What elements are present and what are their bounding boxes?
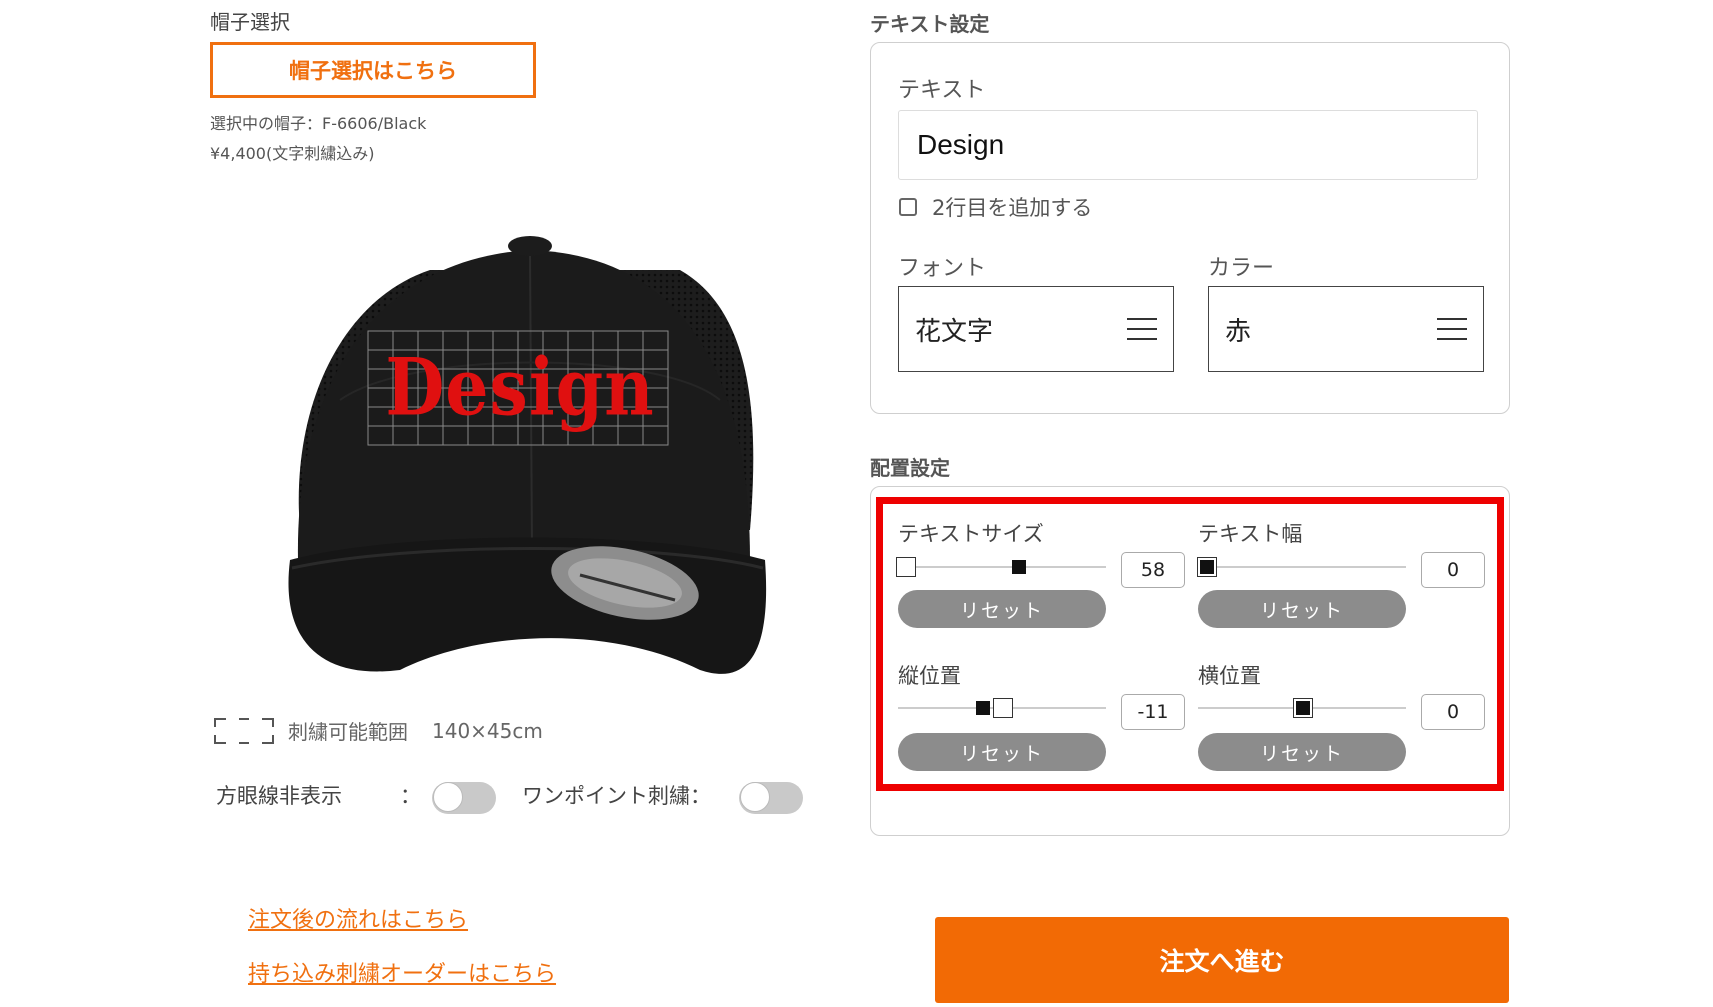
text-label: テキスト (898, 78, 986, 103)
proceed-to-order-button[interactable]: 注文へ進む (935, 917, 1509, 1003)
add-line-label: 2行目を追加する (932, 196, 1093, 220)
horizontal-reset-button[interactable]: リセット (1198, 733, 1406, 771)
vertical-slider-center-marker (993, 698, 1013, 718)
grid-hide-toggle[interactable] (432, 782, 496, 814)
text-input[interactable]: Design (898, 110, 1478, 180)
embroidery-preview-text: Design (385, 342, 655, 434)
add-line-checkbox[interactable] (899, 198, 917, 216)
menu-icon (1127, 318, 1157, 340)
embroidery-range: 刺繍可能範囲 140×45cm (214, 716, 543, 745)
cap-select-button[interactable]: 帽子選択はこちら (210, 42, 536, 98)
vertical-value[interactable]: -11 (1121, 694, 1185, 730)
menu-icon (1437, 318, 1467, 340)
text-size-slider-track[interactable] (898, 566, 1106, 568)
onepoint-toggle[interactable] (739, 782, 803, 814)
vertical-reset-button[interactable]: リセット (898, 733, 1106, 771)
onepoint-label: ワンポイント刺繍： (522, 784, 711, 808)
font-label: フォント (898, 256, 987, 281)
cap-preview: Design (280, 230, 780, 700)
vertical-label: 縦位置 (898, 664, 961, 688)
text-size-value[interactable]: 58 (1121, 552, 1185, 588)
color-select[interactable]: 赤 (1208, 286, 1484, 372)
price-text: ¥4,400(文字刺繍込み) (210, 144, 375, 163)
text-width-slider-track[interactable] (1198, 566, 1406, 568)
cap-section-label: 帽子選択 (210, 10, 290, 34)
color-select-value: 赤 (1225, 316, 1252, 347)
text-width-reset-button[interactable]: リセット (1198, 590, 1406, 628)
text-settings-title: テキスト設定 (870, 12, 990, 36)
range-bracket-icon (214, 717, 274, 744)
text-width-value[interactable]: 0 (1421, 552, 1485, 588)
text-width-label: テキスト幅 (1198, 522, 1303, 546)
bring-in-order-link[interactable]: 持ち込み刺繍オーダーはこちら (248, 956, 556, 988)
text-size-reset-button[interactable]: リセット (898, 590, 1106, 628)
grid-hide-label: 方眼線非表示 (216, 784, 342, 808)
text-size-slider-handle[interactable] (1012, 560, 1026, 574)
embroidery-range-value: 140×45cm (432, 718, 543, 743)
font-select-value: 花文字 (915, 316, 994, 347)
vertical-slider-handle[interactable] (976, 701, 990, 715)
color-label: カラー (1208, 256, 1275, 281)
horizontal-label: 横位置 (1198, 664, 1261, 688)
text-width-slider-handle-fill (1200, 560, 1214, 574)
after-order-flow-link[interactable]: 注文後の流れはこちら (248, 902, 468, 934)
horizontal-slider-handle-fill (1296, 701, 1310, 715)
horizontal-value[interactable]: 0 (1421, 694, 1485, 730)
grid-hide-colon: ： (400, 784, 421, 808)
layout-settings-title: 配置設定 (870, 456, 950, 480)
text-size-label: テキストサイズ (898, 522, 1044, 546)
embroidery-range-label: 刺繍可能範囲 (288, 720, 408, 744)
cap-image (288, 236, 767, 674)
selected-cap-text: 選択中の帽子：F-6606/Black (210, 114, 427, 133)
font-select[interactable]: 花文字 (898, 286, 1174, 372)
text-size-slider-min-handle[interactable] (896, 557, 916, 577)
